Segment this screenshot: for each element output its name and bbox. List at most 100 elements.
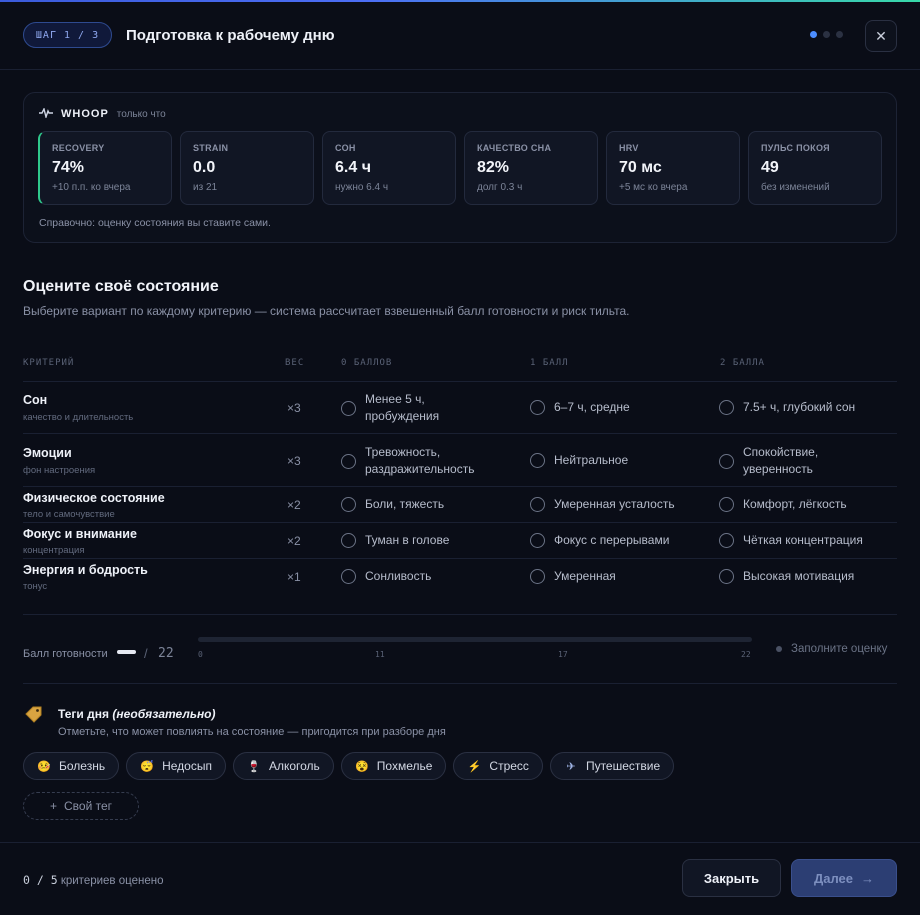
radio-button[interactable] (341, 453, 356, 469)
tag-chip-travel[interactable]: ✈ Путешествие (549, 752, 675, 780)
modal-header: ШАГ 1 / 3 Подготовка к рабочему дню ✕ (0, 2, 920, 70)
metric-label: STRAIN (193, 143, 229, 153)
metric-hrv: HRV 70 мс +5 мс ко вчера (606, 131, 740, 205)
option-score-0[interactable]: Туман в голове (341, 532, 449, 549)
option-score-0[interactable]: Тревожность, раздражительность (341, 444, 490, 478)
option-score-2[interactable]: Комфорт, лёгкость (719, 496, 847, 513)
tag-chip-stress[interactable]: ⚡ Стресс (453, 752, 543, 780)
whoop-note: Справочно: оценку состояния вы ставите с… (39, 217, 271, 229)
metric-resting-pulse: ПУЛЬС ПОКОЯ 49 без изменений (748, 131, 882, 205)
readiness-label: Балл готовности (23, 648, 108, 660)
radio-button[interactable] (341, 533, 356, 548)
tags-subtitle: Отметьте, что может повлиять на состояни… (58, 726, 446, 738)
option-label: Туман в голове (365, 533, 450, 547)
option-score-0[interactable]: Боли, тяжесть (341, 496, 444, 513)
scale-tick: 17 (558, 650, 568, 659)
step-dot-2 (823, 31, 830, 38)
add-custom-tag-button[interactable]: + Свой тег (23, 792, 139, 820)
option-score-2[interactable]: Спокойствие, уверенность (719, 444, 853, 478)
step-dots (810, 31, 843, 38)
option-score-2[interactable]: Высокая мотивация (719, 568, 854, 585)
criteria-count-text: критериев оценено (60, 875, 164, 887)
criterion-name: Эмоции (23, 446, 72, 460)
option-label: Комфорт, лёгкость (743, 497, 847, 511)
tag-chip-sleep-deficit[interactable]: 😴 Недосып (126, 752, 226, 780)
tag-chip-illness[interactable]: 🤒 Болезнь (23, 752, 120, 780)
radio-button[interactable] (719, 569, 734, 584)
radio-button[interactable] (719, 497, 734, 512)
wine-glass-icon: 🍷 (247, 760, 261, 773)
criterion-sub: тело и самочувствие (23, 509, 115, 520)
metric-sleep-quality: КАЧЕСТВО СНА 82% долг 0.3 ч (464, 131, 598, 205)
option-score-1[interactable]: Нейтральное (530, 452, 628, 469)
option-score-1[interactable]: 6–7 ч, средне (530, 399, 630, 416)
radio-button[interactable] (530, 453, 545, 468)
readiness-value-placeholder (117, 650, 136, 654)
metric-label: RECOVERY (52, 143, 105, 153)
option-score-1[interactable]: Фокус с перерывами (530, 532, 669, 549)
metric-sub: +5 мс ко вчера (619, 182, 688, 193)
radio-button[interactable] (530, 533, 545, 548)
tag-chip-alcohol[interactable]: 🍷 Алкоголь (232, 752, 334, 780)
next-button[interactable]: Далее → (791, 859, 897, 897)
column-header-score0: 0 БАЛЛОВ (341, 358, 393, 368)
metric-label: СОН (335, 143, 356, 153)
whoop-metrics: RECOVERY 74% +10 п.п. ко вчера STRAIN 0.… (38, 131, 882, 205)
close-icon[interactable]: ✕ (865, 20, 897, 52)
arrow-right-icon: → (861, 870, 875, 886)
criterion-name: Фокус и внимание (23, 527, 137, 541)
whoop-header: WHOOP только что (39, 106, 166, 121)
readiness-separator: / (144, 646, 148, 661)
tag-label: Недосып (162, 759, 212, 773)
tag-label: Стресс (489, 759, 529, 773)
sick-face-icon: 🤒 (37, 760, 51, 773)
option-label: Чёткая концентрация (743, 533, 863, 547)
option-score-2[interactable]: 7.5+ ч, глубокий сон (719, 399, 855, 416)
sleepy-face-icon: 😴 (140, 760, 154, 773)
option-label: 7.5+ ч, глубокий сон (743, 400, 856, 414)
criterion-sub: тонус (23, 581, 48, 592)
radio-button[interactable] (719, 533, 734, 548)
radio-button[interactable] (341, 497, 356, 512)
option-score-1[interactable]: Умеренная (530, 568, 616, 585)
metric-sub: из 21 (193, 182, 218, 193)
tag-label: Алкоголь (268, 759, 320, 773)
metric-label: КАЧЕСТВО СНА (477, 143, 552, 153)
table-row: Физическое состояние тело и самочувствие… (23, 487, 897, 522)
radio-button[interactable] (341, 400, 356, 416)
whoop-card: WHOOP только что RECOVERY 74% +10 п.п. к… (23, 92, 897, 243)
tags-title-text: Теги дня (58, 707, 109, 721)
metric-value: 6.4 ч (335, 159, 371, 176)
option-label: Спокойствие, уверенность (743, 445, 819, 476)
criteria-progress: 0 / 5 критериев оценено (23, 873, 163, 887)
metric-value: 0.0 (193, 159, 216, 176)
radio-button[interactable] (719, 453, 734, 469)
option-score-1[interactable]: Умеренная усталость (530, 496, 675, 513)
tag-chips: 🤒 Болезнь 😴 Недосып 🍷 Алкоголь 😵 Похмель… (23, 752, 675, 780)
radio-button[interactable] (719, 400, 734, 415)
tag-chip-hangover[interactable]: 😵 Похмелье (340, 752, 447, 780)
criterion-sub: концентрация (23, 545, 85, 556)
radio-button[interactable] (530, 400, 545, 415)
radio-button[interactable] (341, 569, 356, 584)
option-label: Фокус с перерывами (554, 533, 670, 547)
table-row: Фокус и внимание концентрация ×2 Туман в… (23, 523, 897, 558)
metric-sub: +10 п.п. ко вчера (52, 182, 131, 193)
scale-tick: 22 (741, 650, 751, 659)
option-score-0[interactable]: Сонливость (341, 568, 431, 585)
close-button[interactable]: Закрыть (682, 859, 781, 897)
option-score-2[interactable]: Чёткая концентрация (719, 532, 863, 549)
criterion-name: Физическое состояние (23, 491, 165, 505)
criterion-weight: ×2 (287, 498, 301, 512)
metric-sleep: СОН 6.4 ч нужно 6.4 ч (322, 131, 456, 205)
criterion-sub: фон настроения (23, 465, 96, 476)
radio-button[interactable] (530, 497, 545, 512)
divider (23, 614, 897, 615)
option-label: Менее 5 ч, пробуждения (365, 392, 440, 423)
criteria-count: 0 / 5 (23, 873, 58, 887)
option-score-0[interactable]: Менее 5 ч, пробуждения (341, 391, 485, 425)
whoop-brand: WHOOP (61, 108, 109, 120)
radio-button[interactable] (530, 569, 545, 584)
criterion-weight: ×1 (287, 570, 301, 584)
airplane-icon: ✈ (566, 760, 576, 773)
